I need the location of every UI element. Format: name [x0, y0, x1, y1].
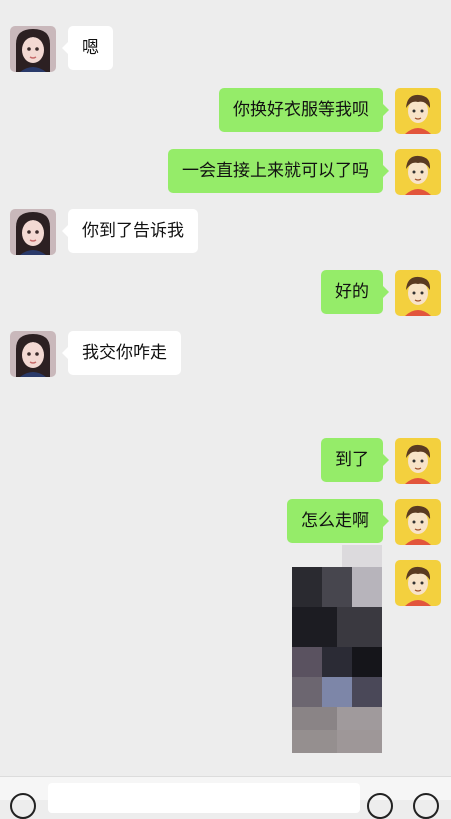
mosaic-block [342, 545, 382, 567]
mosaic-block [322, 647, 352, 677]
message-bubble-outgoing[interactable]: 怎么走啊 [287, 499, 389, 543]
message-bubble-outgoing[interactable]: 你换好衣服等我呗 [219, 88, 389, 132]
mosaic-block [292, 677, 322, 707]
mosaic-block [292, 607, 337, 647]
mosaic-block [337, 607, 382, 647]
boy-avatar-icon[interactable] [395, 499, 441, 545]
boy-avatar-icon[interactable] [395, 270, 441, 316]
boy-avatar-icon[interactable] [395, 560, 441, 606]
mosaic-block [352, 567, 382, 607]
girl-avatar-icon[interactable] [10, 331, 56, 377]
girl-avatar-icon[interactable] [10, 209, 56, 255]
message-bubble-outgoing[interactable]: 好的 [321, 270, 389, 314]
mosaic-block [292, 730, 382, 753]
message-bubble-outgoing[interactable]: 到了 [321, 438, 389, 482]
chat-area[interactable]: 嗯 你换好衣服等我呗 一会直接上来就可以了吗 你到了告诉我 好的 我交你咋走 到… [0, 0, 451, 800]
mosaic-block [292, 647, 322, 677]
input-bar [0, 776, 451, 819]
message-bubble-incoming[interactable]: 你到了告诉我 [62, 209, 198, 253]
mosaic-block [292, 567, 322, 607]
mosaic-block [352, 677, 382, 707]
boy-avatar-icon[interactable] [395, 438, 441, 484]
mosaic-block [322, 567, 352, 607]
boy-avatar-icon[interactable] [395, 88, 441, 134]
girl-avatar-icon[interactable] [10, 26, 56, 72]
emoji-icon[interactable] [367, 793, 393, 819]
message-bubble-incoming[interactable]: 我交你咋走 [62, 331, 181, 375]
message-input[interactable] [48, 783, 360, 813]
mosaic-block [352, 647, 382, 677]
image-message[interactable] [292, 545, 382, 753]
voice-icon[interactable] [10, 793, 36, 819]
message-bubble-outgoing[interactable]: 一会直接上来就可以了吗 [168, 149, 389, 193]
plus-icon[interactable] [413, 793, 439, 819]
message-bubble-incoming[interactable]: 嗯 [62, 26, 113, 70]
boy-avatar-icon[interactable] [395, 149, 441, 195]
mosaic-block [322, 677, 352, 707]
